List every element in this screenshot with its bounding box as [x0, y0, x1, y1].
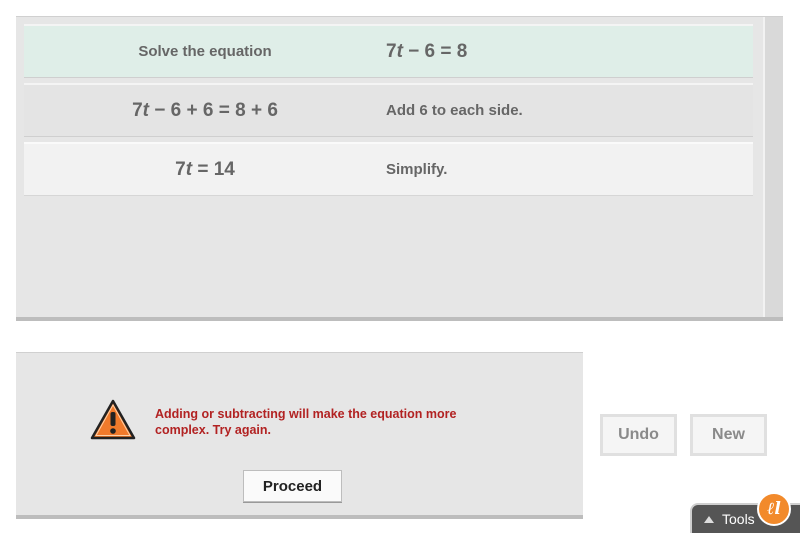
step-2-equation: 7t − 6 + 6 = 8 + 6	[132, 99, 278, 121]
step-2-description: Add 6 to each side.	[386, 102, 523, 119]
step-1-label: Solve the equation	[138, 43, 272, 60]
triangle-up-icon	[704, 515, 714, 523]
undo-button[interactable]: Undo	[600, 414, 677, 456]
steps-panel: Solve the equation 7t − 6 = 8 7t − 6 + 6…	[16, 16, 783, 321]
step-row-2: 7t − 6 + 6 = 8 + 6 Add 6 to each side.	[24, 83, 753, 137]
logo-icon: ℓl	[757, 492, 791, 526]
proceed-button[interactable]: Proceed	[243, 470, 342, 502]
step-1-equation: 7t − 6 = 8	[386, 40, 468, 62]
step-3-equation: 7t = 14	[175, 158, 235, 180]
step-row-3: 7t = 14 Simplify.	[24, 142, 753, 196]
step-row-1: Solve the equation 7t − 6 = 8	[24, 24, 753, 78]
feedback-panel: Adding or subtracting will make the equa…	[16, 352, 583, 519]
panel-edge	[16, 317, 783, 321]
feedback-message: Adding or subtracting will make the equa…	[155, 407, 457, 437]
new-button[interactable]: New	[690, 414, 767, 456]
step-3-description: Simplify.	[386, 161, 448, 178]
tools-label: Tools	[722, 511, 755, 527]
steps-scrollbar[interactable]	[763, 17, 783, 321]
panel-edge	[16, 515, 583, 519]
warning-icon	[90, 399, 136, 440]
